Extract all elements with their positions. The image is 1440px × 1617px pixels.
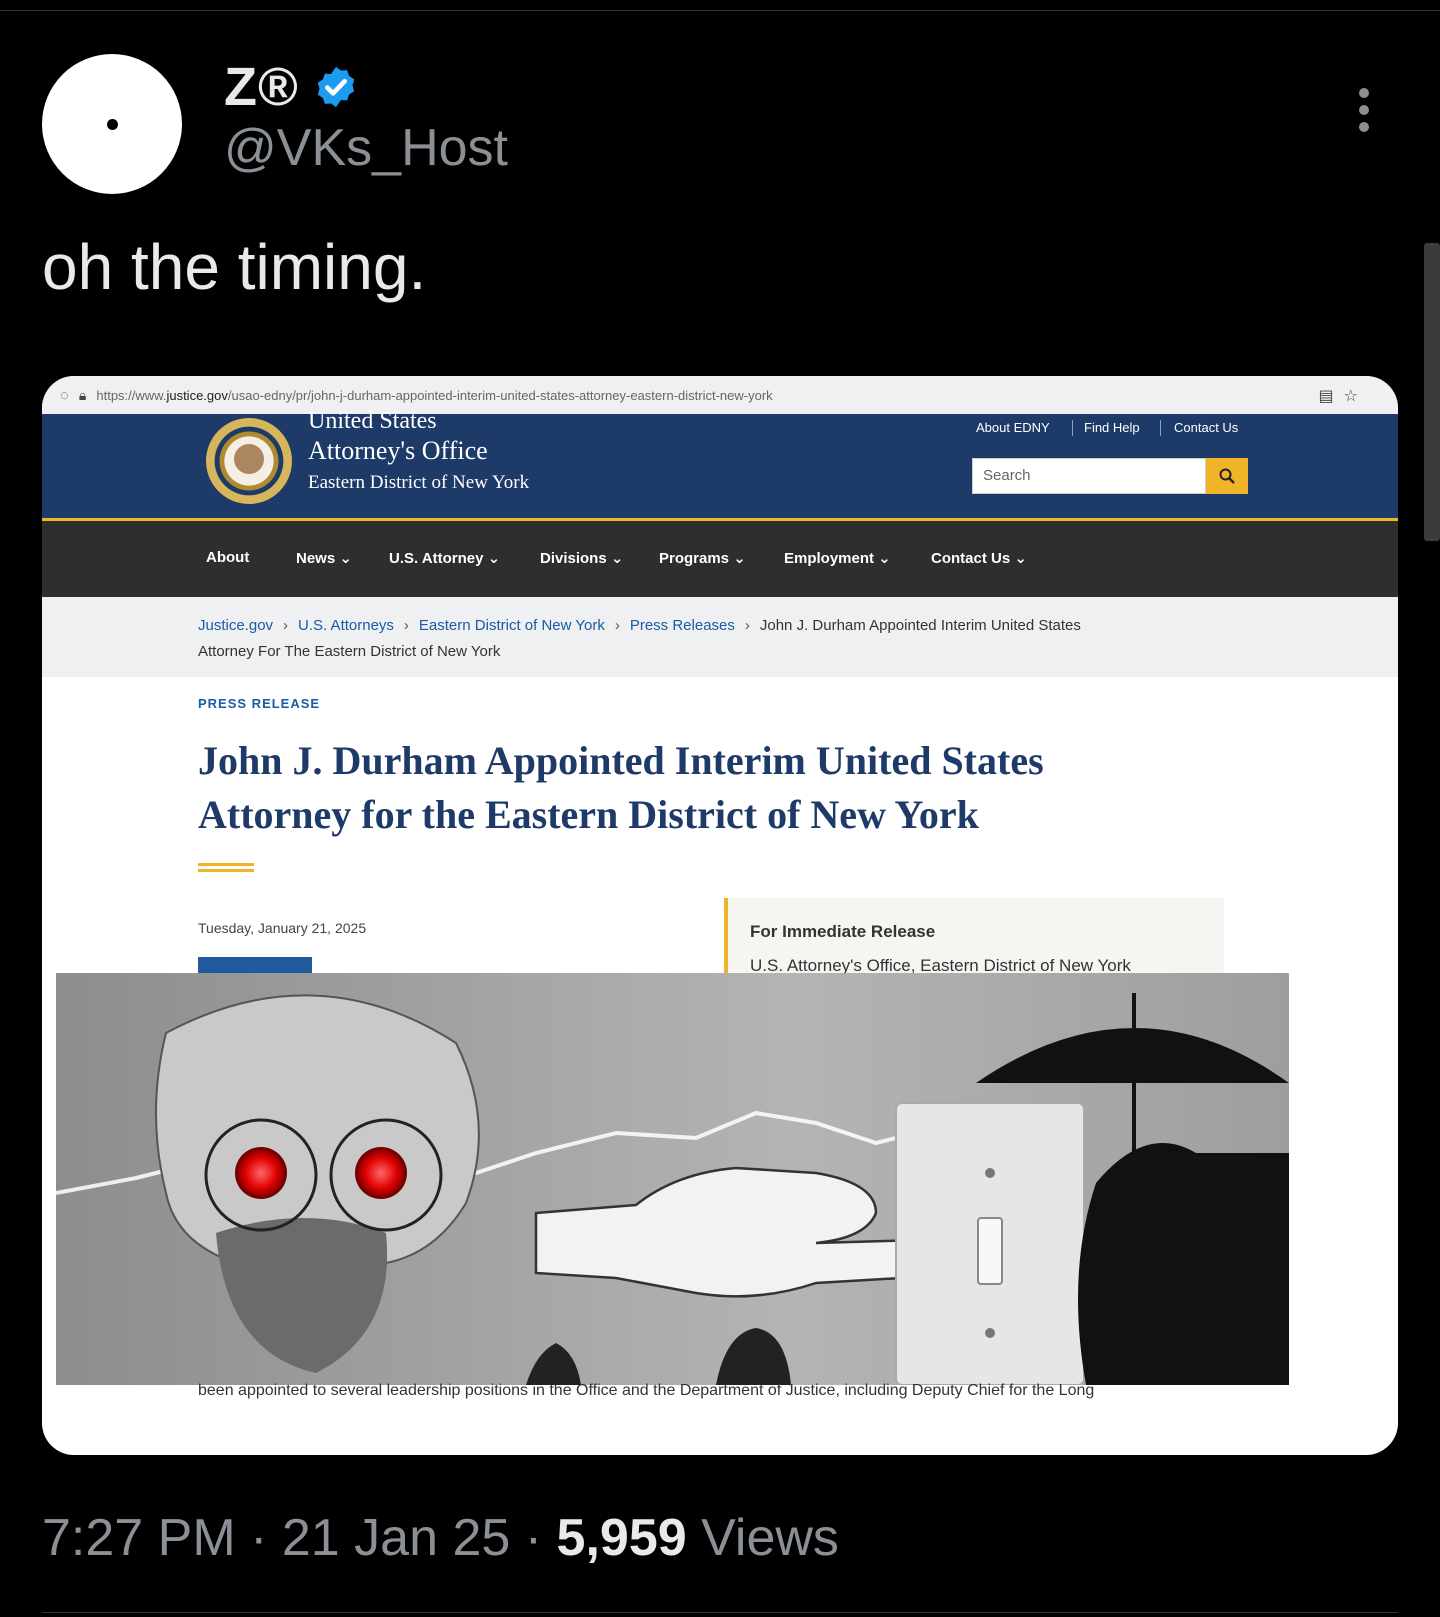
nav-contact[interactable]: Contact Us ⌄ [931, 549, 1027, 567]
nav-divisions[interactable]: Divisions ⌄ [540, 549, 623, 567]
util-link-about[interactable]: About EDNY [976, 420, 1050, 435]
release-title: For Immediate Release [750, 922, 936, 941]
shield-icon: ◌ [60, 386, 69, 404]
lock-icon: 🔒︎ [78, 386, 87, 403]
press-release-kicker: PRESS RELEASE [198, 696, 321, 711]
nav-us-attorney[interactable]: U.S. Attorney ⌄ [389, 549, 500, 567]
scrollbar[interactable] [1424, 243, 1440, 541]
view-count: 5,959 [556, 1509, 687, 1567]
nav-employment[interactable]: Employment ⌄ [784, 549, 891, 567]
top-divider [0, 10, 1440, 11]
site-title-line2: Attorney's Office [308, 436, 488, 465]
breadcrumb-justice[interactable]: Justice.gov [198, 617, 273, 634]
util-separator [1072, 420, 1073, 436]
util-link-find-help[interactable]: Find Help [1084, 420, 1140, 435]
breadcrumb-current: John J. Durham Appointed Interim United … [759, 617, 1081, 634]
breadcrumb: Justice.gov › U.S. Attorneys › Eastern Distr… [42, 597, 1398, 677]
tweet-meta: 7:27 PM · 21 Jan 25 · 5,959 Views [42, 1509, 839, 1567]
display-name[interactable]: Z® [224, 56, 299, 118]
article-headline: John J. Durham Appointed Interim United … [198, 738, 1044, 837]
search-icon[interactable] [1206, 458, 1248, 494]
nav-news[interactable]: News ⌄ [296, 549, 352, 567]
util-separator [1160, 420, 1161, 436]
url-text: https://www.justice.gov/usao-edny/pr/joh… [96, 387, 773, 403]
gold-divider [198, 863, 254, 872]
site-title-line3: Eastern District of New York [308, 472, 530, 493]
breadcrumb-us-attorneys[interactable]: U.S. Attorneys [298, 617, 394, 634]
site-title-line1: United States [308, 408, 437, 434]
doj-seal-logo [206, 418, 292, 504]
nav-programs[interactable]: Programs ⌄ [659, 549, 746, 567]
avatar-dot [107, 119, 118, 130]
bottom-divider [42, 1612, 1398, 1613]
nav-about[interactable]: About [206, 549, 249, 566]
article-body-snippet: been appointed to several leadership pos… [198, 1382, 1095, 1399]
breadcrumb-edny[interactable]: Eastern District of New York [419, 617, 605, 634]
site-search-input[interactable]: Search [972, 458, 1206, 494]
meme-overlay-image [56, 973, 1289, 1385]
avatar[interactable] [42, 54, 182, 194]
more-options-icon[interactable] [1357, 88, 1371, 132]
tweet-text: oh the timing. [42, 231, 427, 303]
tweet-time[interactable]: 7:27 PM [42, 1509, 236, 1567]
site-header: United States Attorney's Office Eastern … [42, 408, 1398, 521]
util-link-contact[interactable]: Contact Us [1174, 420, 1238, 435]
bookmark-star-icon: ☆ [1343, 388, 1368, 405]
article-date: Tuesday, January 21, 2025 [198, 920, 367, 936]
verified-badge-icon [317, 66, 354, 108]
breadcrumb-press-releases[interactable]: Press Releases [630, 617, 735, 634]
breadcrumb-current-cont: Attorney For The Eastern District of New… [198, 643, 501, 660]
tweet-media-image[interactable]: ◌ 🔒︎ https://www.justice.gov/usao-edny/p… [42, 376, 1398, 1455]
views-label: Views [701, 1509, 839, 1567]
reader-mode-icon: ▤ [1318, 388, 1344, 405]
handle[interactable]: @VKs_Host [224, 118, 508, 178]
browser-url-bar: ◌ 🔒︎ https://www.justice.gov/usao-edny/p… [42, 376, 1398, 414]
site-main-nav: About News ⌄ U.S. Attorney ⌄ Divisions ⌄… [42, 521, 1398, 597]
tweet-date[interactable]: 21 Jan 25 [282, 1509, 510, 1567]
author-name-row: Z® [224, 56, 359, 118]
